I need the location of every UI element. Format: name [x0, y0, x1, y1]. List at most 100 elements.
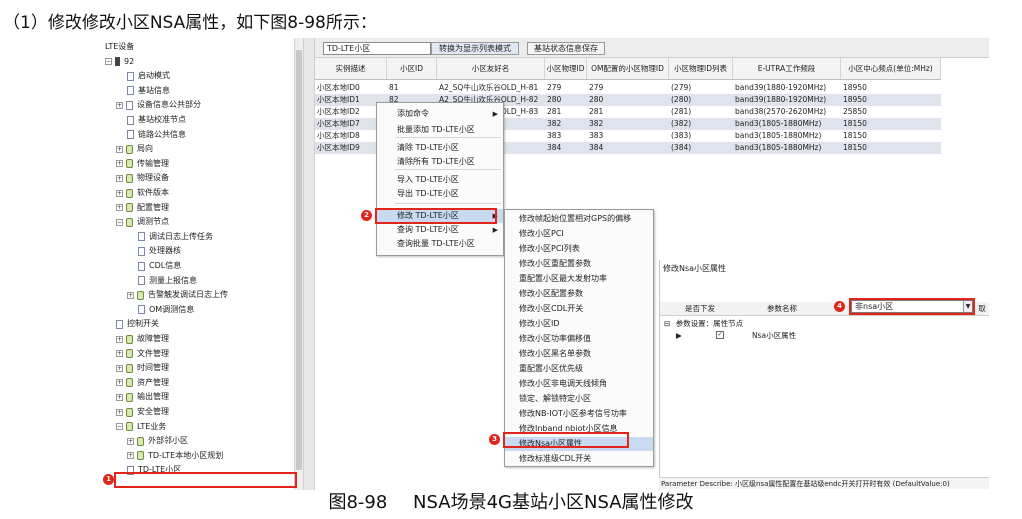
context-menu-item[interactable]: 清除所有 TD-LTE小区 [377, 155, 503, 169]
table-cell: band3(1805-1880MHz) [735, 143, 822, 152]
tree-node[interactable]: + 文件管理 [116, 347, 169, 361]
tree-node[interactable]: + 局向 [116, 142, 153, 156]
expand-icon[interactable]: + [127, 437, 134, 445]
expand-icon[interactable]: + [116, 101, 123, 109]
tree-node[interactable]: + 时间管理 [116, 361, 169, 375]
submenu-item[interactable]: 修改帧起始位置相对GPS的偏移 [505, 212, 653, 226]
submenu-item[interactable]: 重配置小区最大发射功率 [505, 272, 653, 286]
submenu-item[interactable]: 修改小区配置参数 [505, 287, 653, 301]
tree-node-label: 调测节点 [137, 217, 169, 227]
tree-node[interactable]: 链路公共信息 [127, 128, 186, 142]
column-header[interactable]: 小区ID [387, 58, 437, 79]
submenu-item[interactable]: 修改小区黑名单参数 [505, 347, 653, 361]
tree-node[interactable]: − 92 [105, 55, 134, 69]
tree-node[interactable]: 调试日志上传任务 [138, 230, 213, 244]
tree-node[interactable]: + 输出管理 [116, 390, 169, 404]
column-header[interactable]: E-UTRA工作频段 [733, 58, 841, 79]
folder-icon [126, 173, 133, 183]
submenu-item[interactable]: 修改小区CDL开关 [505, 302, 653, 316]
tree-node[interactable]: 处理器核 [138, 244, 181, 258]
tree-node[interactable]: − 调测节点 [116, 215, 169, 229]
table-cell: 383 [547, 131, 562, 140]
table-row[interactable]: 小区本地ID0 81 A2_SQ牛山欢乐谷OLD_H-81 279 279 (279) ba… [315, 82, 941, 94]
tree-node[interactable]: 测量上报信息 [138, 274, 197, 288]
expand-icon[interactable]: + [116, 393, 123, 401]
expand-icon[interactable]: + [116, 350, 123, 358]
document-icon [127, 86, 134, 96]
expand-icon[interactable]: + [116, 204, 123, 212]
column-header[interactable]: 实例描述 [315, 58, 387, 79]
column-header[interactable]: OM配置的小区物理ID [587, 58, 669, 79]
tree-node[interactable]: OM调测信息 [138, 303, 194, 317]
menu-item-label: 修改小区PCI列表 [519, 244, 580, 253]
context-menu-item[interactable]: 查询批量 TD-LTE小区 [377, 237, 503, 251]
expand-icon[interactable]: + [116, 145, 123, 153]
context-menu-item[interactable]: 批量添加 TD-LTE小区 [377, 123, 503, 137]
submenu-item[interactable]: 修改NB-IOT小区参考信号功率 [505, 407, 653, 421]
column-header[interactable]: 小区物理ID [545, 58, 587, 79]
expand-icon[interactable]: + [116, 335, 123, 343]
submenu-item[interactable]: 修改小区ID [505, 317, 653, 331]
submenu-item[interactable]: 修改小区PCI列表 [505, 242, 653, 256]
submenu-item[interactable]: 修改小区功率偏移值 [505, 332, 653, 346]
tree-node[interactable]: − LTE业务 [116, 420, 166, 434]
collapse-icon[interactable]: ⊟ [664, 319, 670, 328]
save-status-button[interactable]: 基站状态信息保存 [527, 42, 605, 55]
menu-separator [395, 203, 501, 204]
tree-node[interactable]: + 安全管理 [116, 405, 169, 419]
expand-icon[interactable]: + [116, 174, 123, 182]
collapse-icon[interactable]: − [116, 218, 123, 226]
tree-node[interactable]: 启动模式 [127, 69, 170, 83]
tree-node[interactable]: + 配置管理 [116, 201, 169, 215]
context-menu-item[interactable]: 查询 TD-LTE小区 ▶ [377, 223, 503, 237]
expand-icon[interactable]: + [116, 364, 123, 372]
folder-icon [126, 392, 133, 402]
menu-separator [395, 137, 501, 138]
submenu-item[interactable]: 重配置小区优先级 [505, 362, 653, 376]
toolbar: TD-LTE小区 转换为显示列表模式 基站状态信息保存 [315, 38, 989, 58]
table-cell: 18150 [843, 119, 867, 128]
submenu-item[interactable]: 修改小区非电调天线倾角 [505, 377, 653, 391]
submenu-item[interactable]: 修改小区重配置参数 [505, 257, 653, 271]
expand-icon[interactable]: + [116, 160, 123, 168]
tree-node[interactable]: 基站信息 [127, 84, 170, 98]
column-header[interactable]: 小区物理ID列表 [669, 58, 733, 79]
submenu-item[interactable]: 修改小区PCI [505, 227, 653, 241]
tree-node[interactable]: 控制开关 [116, 317, 159, 331]
tree-node[interactable]: + 告警触发调试日志上传 [127, 288, 228, 302]
panel-splitter[interactable] [303, 38, 315, 490]
tree-node[interactable]: 基站校准节点 [127, 113, 186, 127]
switch-list-mode-button[interactable]: 转换为显示列表模式 [431, 42, 519, 55]
expand-icon[interactable]: + [127, 452, 134, 460]
context-menu-item[interactable]: 添加命令 ▶ [377, 107, 503, 121]
submenu-item[interactable]: 锁定、解锁特定小区 [505, 392, 653, 406]
tree-node[interactable]: + 故障管理 [116, 332, 169, 346]
expand-icon[interactable]: + [116, 408, 123, 416]
expand-icon[interactable]: + [116, 189, 123, 197]
context-menu-item[interactable]: 导出 TD-LTE小区 [377, 187, 503, 201]
expand-icon[interactable]: + [116, 379, 123, 387]
expand-icon[interactable]: + [127, 291, 134, 299]
tree-scrollbar[interactable] [294, 38, 303, 490]
table-cell: 280 [547, 95, 562, 104]
tree-scrollbar-thumb[interactable] [296, 50, 302, 470]
tree-node[interactable]: + 设备信息公共部分 [116, 98, 201, 112]
column-header[interactable]: 小区友好名 [437, 58, 545, 79]
tree-node[interactable]: + TD-LTE本地小区规划 [127, 449, 223, 463]
tree-node[interactable]: + 外部邻小区 [127, 434, 188, 448]
tree-node[interactable]: LTE设备 [105, 40, 134, 54]
object-type-field[interactable]: TD-LTE小区 [323, 42, 431, 55]
tree-node[interactable]: CDL信息 [138, 259, 181, 273]
menu-item-label: 重配置小区最大发射功率 [519, 274, 607, 283]
collapse-icon[interactable]: − [105, 58, 112, 66]
tree-node[interactable]: + 传输管理 [116, 157, 169, 171]
collapse-icon[interactable]: − [116, 423, 123, 431]
tree-node[interactable]: + 物理设备 [116, 171, 169, 185]
tree-node[interactable]: + 软件版本 [116, 186, 169, 200]
context-menu-item[interactable]: 导入 TD-LTE小区 [377, 173, 503, 187]
tree-node[interactable]: + 资产管理 [116, 376, 169, 390]
submenu-item[interactable]: 修改标准级CDL开关 [505, 452, 653, 466]
sync-checkbox[interactable]: ✓ [716, 331, 724, 339]
context-menu-item[interactable]: 清除 TD-LTE小区 [377, 141, 503, 155]
column-header[interactable]: 小区中心频点(单位:MHz) [841, 58, 941, 79]
